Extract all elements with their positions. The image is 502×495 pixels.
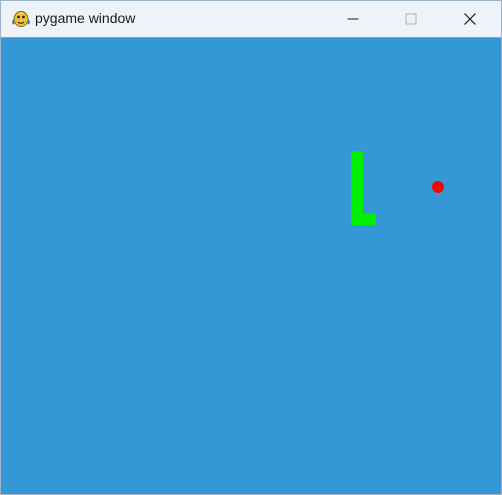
maximize-button[interactable] (388, 1, 434, 37)
close-button[interactable] (447, 1, 493, 37)
minimize-button[interactable] (330, 1, 376, 37)
maximize-icon (405, 13, 417, 25)
python-snake-icon (11, 8, 31, 28)
title-bar[interactable]: pygame window (1, 1, 501, 37)
close-icon (464, 13, 476, 25)
pygame-window: pygame window (0, 0, 502, 495)
game-canvas[interactable] (1, 38, 501, 494)
snake-body-horizontal (351, 213, 376, 225)
window-title: pygame window (35, 10, 136, 26)
food-pellet (432, 181, 444, 193)
minimize-icon (347, 13, 359, 25)
